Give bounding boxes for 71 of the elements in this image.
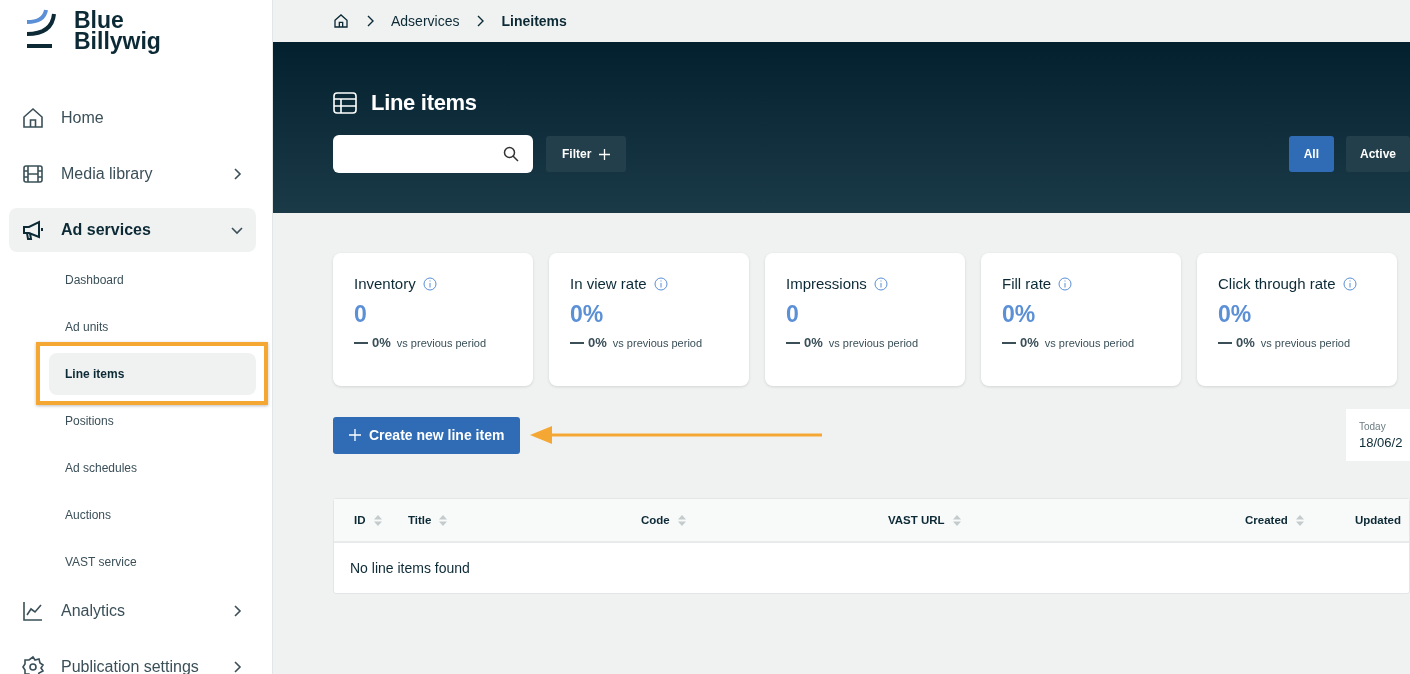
stat-label: Inventory — [354, 275, 416, 292]
column-header[interactable]: ID — [354, 514, 408, 526]
sort-icon — [373, 514, 382, 526]
sort-icon — [439, 514, 448, 526]
stat-value: 0 — [786, 301, 800, 328]
column-header[interactable]: VAST URL — [888, 514, 1245, 526]
chevron-icon — [475, 15, 486, 27]
stat-value: 0 — [354, 301, 368, 328]
home-icon — [21, 106, 45, 130]
plus-icon — [349, 429, 361, 441]
info-icon[interactable] — [1058, 276, 1073, 291]
sidebar-subitem[interactable]: VAST service — [49, 540, 256, 583]
status-tab[interactable]: Active — [1345, 136, 1410, 172]
date-field[interactable]: Today 18/06/2 — [1346, 409, 1410, 461]
stat-change: 0% — [372, 335, 391, 350]
stat-label: Impressions — [786, 275, 867, 292]
sidebar-subitem[interactable]: Auctions — [49, 493, 256, 536]
breadcrumb-link[interactable]: Lineitems — [501, 13, 567, 29]
page-title: Line items — [371, 90, 477, 116]
stat-note: vs previous period — [1044, 336, 1135, 349]
home-icon[interactable] — [333, 13, 349, 29]
sidebar-subitem[interactable]: Dashboard — [49, 258, 256, 301]
line-chart-icon — [21, 599, 45, 623]
stat-change: 0% — [804, 335, 823, 350]
sidebar-subitem[interactable]: Ad schedules — [49, 446, 256, 489]
search-icon — [503, 146, 519, 162]
stat-label: In view rate — [570, 275, 647, 292]
status-tab[interactable]: All — [1288, 136, 1334, 172]
info-icon[interactable] — [653, 276, 668, 291]
sidebar-subitem[interactable]: Ad units — [49, 305, 256, 348]
date-label: Today — [1359, 420, 1387, 432]
stat-note: vs previous period — [396, 336, 487, 349]
column-header[interactable]: Title — [408, 514, 641, 526]
info-icon[interactable] — [1342, 276, 1357, 291]
sort-icon — [677, 514, 686, 526]
column-header[interactable]: Created — [1245, 514, 1355, 526]
brand-name: Blue Billywig — [74, 8, 161, 56]
stat-change: 0% — [1236, 335, 1255, 350]
settings-icon — [21, 655, 45, 674]
sort-icon — [952, 514, 961, 526]
sidebar-subitem[interactable]: Positions — [49, 399, 256, 442]
chevron-icon — [365, 15, 375, 27]
sidebar-item[interactable]: Analytics — [9, 589, 256, 633]
sort-icon — [1295, 514, 1304, 526]
plus-icon — [599, 148, 611, 160]
stat-label: Click through rate — [1218, 275, 1336, 292]
megaphone-icon — [21, 218, 45, 242]
column-header[interactable]: Updated — [1355, 514, 1409, 526]
stat-note: vs previous period — [612, 336, 703, 349]
stat-value: 0% — [1218, 301, 1253, 328]
empty-message: No line items found — [349, 559, 471, 578]
stat-note: vs previous period — [828, 336, 919, 349]
sidebar-item[interactable]: Home — [9, 96, 256, 140]
stat-change: 0% — [588, 335, 607, 350]
sidebar-item[interactable]: Ad services — [9, 208, 256, 252]
film-icon — [21, 162, 45, 186]
filter-button[interactable]: Filter — [546, 136, 627, 172]
sidebar-item[interactable]: Media library — [9, 152, 256, 196]
stat-note: vs previous period — [1260, 336, 1351, 349]
breadcrumb-link[interactable]: Adservices — [391, 13, 460, 29]
stat-change: 0% — [1020, 335, 1039, 350]
info-icon[interactable] — [422, 276, 437, 291]
stat-value: 0% — [1002, 301, 1037, 328]
info-icon[interactable] — [873, 276, 888, 291]
table-icon — [333, 92, 357, 114]
sidebar-subitem[interactable]: Line items — [49, 352, 256, 395]
create-line-item-button[interactable]: Create new line item — [333, 416, 521, 454]
search-field[interactable] — [333, 135, 533, 173]
stat-value: 0% — [570, 301, 605, 328]
stat-label: Fill rate — [1002, 275, 1052, 292]
column-header[interactable]: Code — [641, 514, 888, 526]
